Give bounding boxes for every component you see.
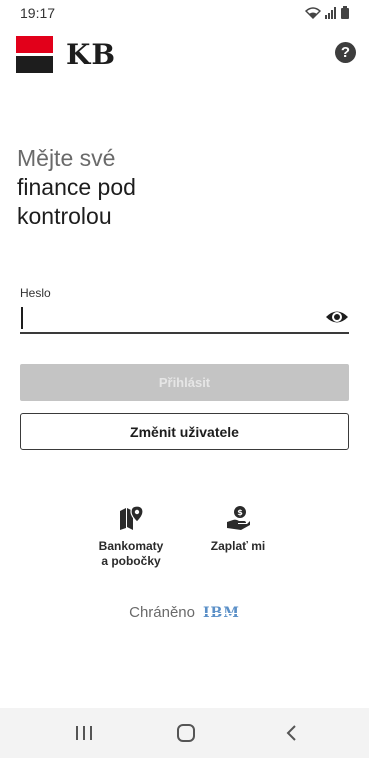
recent-apps-icon[interactable]: [72, 723, 96, 743]
login-button[interactable]: Přihlásit: [20, 364, 349, 401]
eye-icon[interactable]: [325, 306, 349, 328]
protected-by: Chráněno IBM: [0, 604, 369, 621]
app-header: KB ?: [0, 34, 369, 74]
atm-branches-button[interactable]: Bankomaty a pobočky: [95, 505, 167, 569]
status-icons: [305, 6, 349, 19]
ibm-logo: IBM: [203, 604, 240, 621]
kb-logo-text: KB: [66, 37, 117, 71]
change-user-button[interactable]: Změnit uživatele: [20, 413, 349, 450]
atm-branches-label-1: Bankomaty: [98, 539, 164, 553]
map-pin-icon: [120, 505, 144, 530]
kb-logo-mark: [16, 36, 53, 73]
system-nav-bar: [0, 708, 369, 758]
headline-line-2: finance pod: [17, 174, 136, 200]
pay-me-button[interactable]: $ Zaplať mi: [202, 505, 274, 554]
wifi-icon: [305, 6, 321, 19]
hand-money-icon: $: [227, 506, 250, 530]
password-field[interactable]: Heslo: [20, 286, 349, 334]
headline-line-3: kontrolou: [17, 203, 112, 229]
back-icon[interactable]: [280, 723, 304, 743]
pay-me-label: Zaplať mi: [210, 539, 266, 553]
kb-logo: KB: [16, 36, 116, 73]
headline: Mějte své finance pod kontrolou: [17, 144, 136, 231]
home-icon[interactable]: [174, 723, 198, 743]
svg-text:$: $: [237, 508, 243, 517]
status-time: 19:17: [20, 5, 56, 21]
atm-branches-label-2: a pobočky: [101, 554, 161, 568]
battery-icon: [341, 6, 349, 19]
help-icon[interactable]: ?: [335, 42, 356, 63]
signal-icon: [325, 6, 336, 19]
headline-line-1: Mějte své: [17, 145, 116, 171]
protected-text: Chráněno: [129, 604, 195, 621]
password-underline: [20, 332, 349, 334]
text-caret: [21, 307, 23, 329]
status-bar: 19:17: [0, 0, 369, 26]
password-label: Heslo: [20, 286, 51, 300]
